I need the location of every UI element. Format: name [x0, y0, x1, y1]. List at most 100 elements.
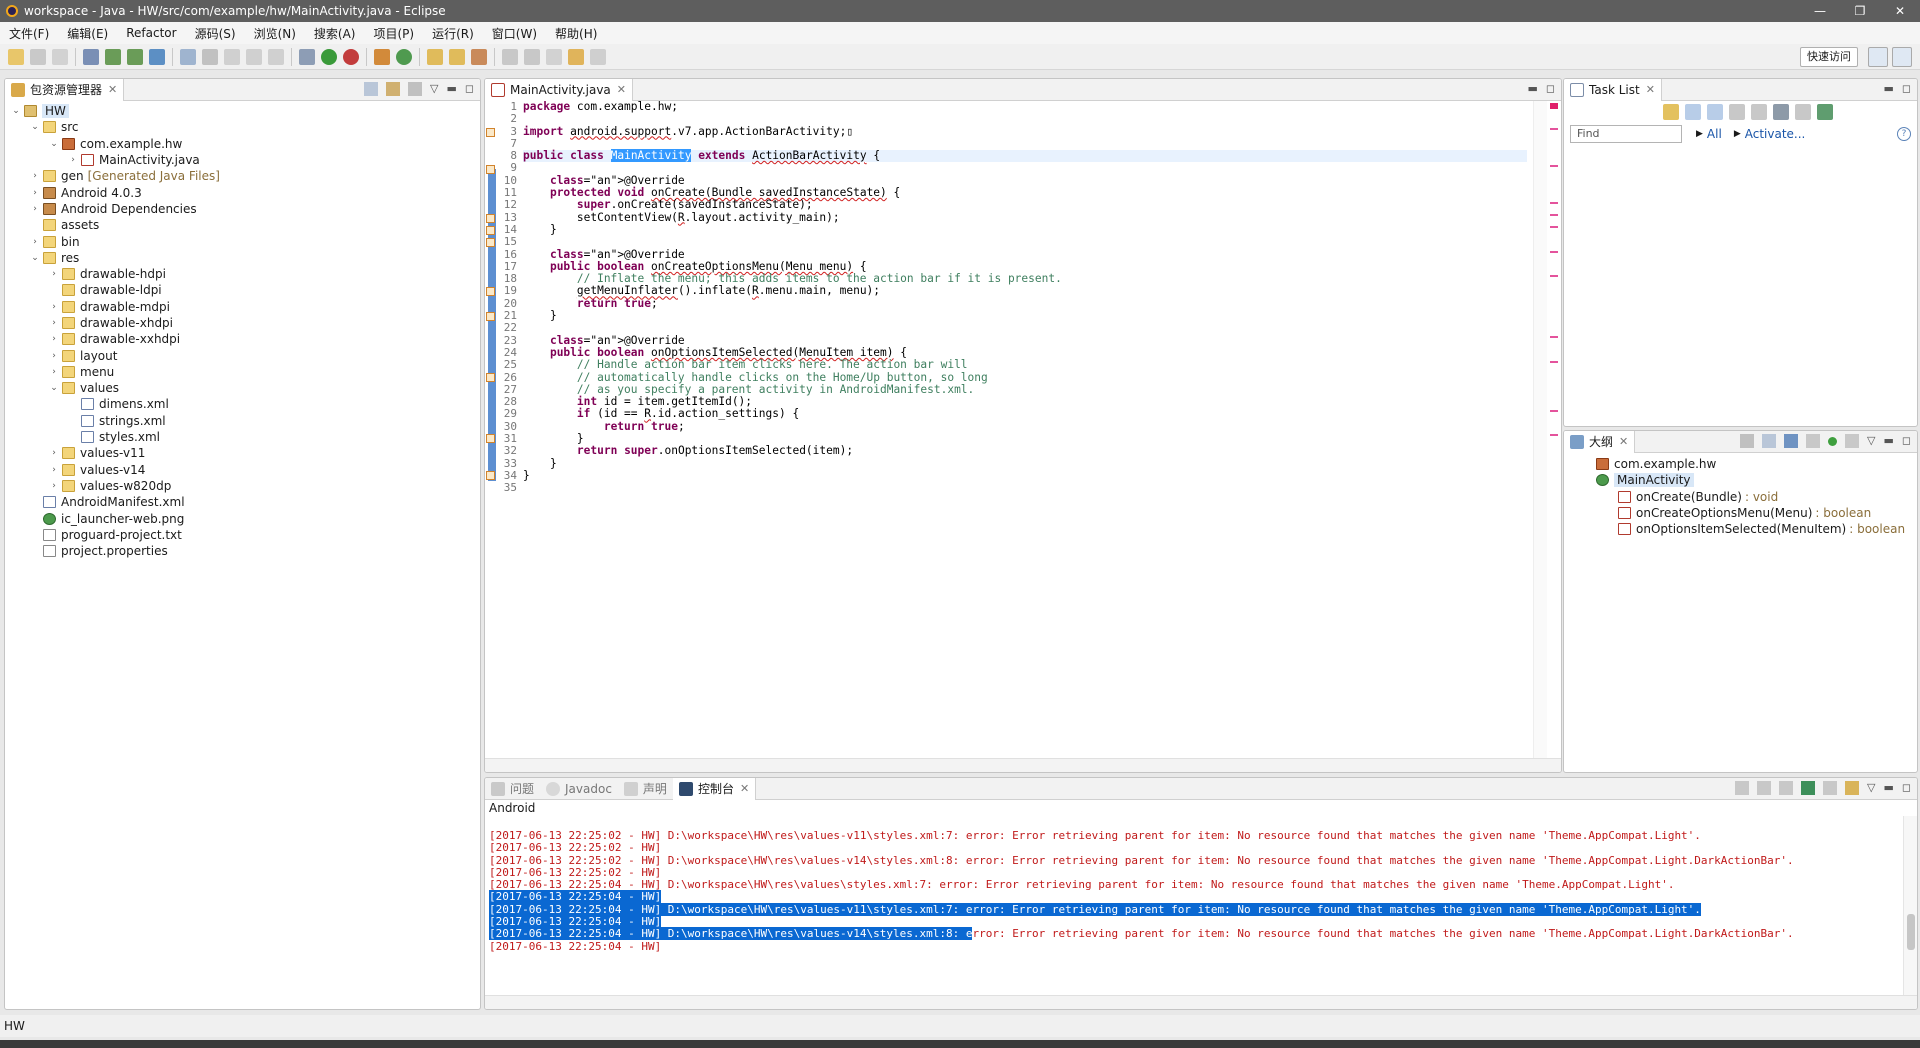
minimize-icon[interactable]: ▬ [1883, 781, 1893, 795]
tree-twisty-icon[interactable]: ⌄ [30, 253, 40, 263]
java-perspective-icon[interactable] [1892, 47, 1912, 67]
tree-twisty-icon[interactable]: › [49, 334, 59, 344]
code-line[interactable] [523, 236, 1527, 248]
close-icon[interactable]: ✕ [617, 83, 626, 96]
tree-item[interactable]: › drawable-xhdpi [5, 315, 480, 331]
prev-annotation-icon[interactable] [524, 48, 540, 65]
error-marker-icon[interactable] [486, 373, 495, 382]
maximize-icon[interactable]: ◻ [1902, 434, 1911, 448]
tree-item[interactable]: › drawable-mdpi [5, 299, 480, 315]
mark-icon[interactable] [224, 48, 240, 65]
next-annotation-icon[interactable] [502, 48, 518, 65]
error-marker-icon[interactable] [486, 312, 495, 321]
code-line[interactable]: public class MainActivity extends Action… [523, 149, 1527, 163]
link-editor-icon[interactable] [385, 82, 400, 96]
tree-item[interactable]: › bin [5, 233, 480, 249]
hide-static-icon[interactable] [1805, 434, 1820, 448]
tree-item[interactable]: drawable-ldpi [5, 282, 480, 298]
tree-twisty-icon[interactable]: ⌄ [30, 122, 40, 132]
maximize-button[interactable]: ❐ [1840, 0, 1880, 22]
close-icon[interactable]: ✕ [108, 83, 117, 96]
view-menu-icon[interactable]: ▽ [430, 82, 438, 96]
code-line[interactable] [523, 113, 1527, 125]
tree-item[interactable]: › Android Dependencies [5, 201, 480, 217]
search-icon[interactable] [471, 48, 487, 65]
tree-item[interactable]: › values-v11 [5, 445, 480, 461]
error-marker-icon[interactable] [486, 238, 495, 247]
last-edit-icon[interactable] [546, 48, 562, 65]
tree-twisty-icon[interactable]: › [49, 465, 59, 475]
pin-console-icon[interactable] [1800, 781, 1815, 795]
console-vertical-scrollbar[interactable] [1903, 816, 1917, 995]
tree-item[interactable]: › Android 4.0.3 [5, 184, 480, 200]
code-line[interactable]: return super.onOptionsItemSelected(item)… [523, 445, 1527, 458]
collapse-all-icon[interactable] [1761, 434, 1776, 448]
code-line[interactable]: } [523, 309, 1527, 322]
close-icon[interactable]: ✕ [1619, 435, 1628, 448]
code-area[interactable]: package com.example.hw; import android.su… [523, 100, 1527, 495]
help-icon[interactable]: ? [1897, 127, 1911, 141]
menu-window[interactable]: 窗口(W) [483, 25, 546, 42]
hide-nonpublic-icon[interactable] [1827, 436, 1837, 446]
tree-item[interactable]: ⌄ src [5, 119, 480, 135]
tree-twisty-icon[interactable]: › [30, 204, 40, 214]
minimize-icon[interactable]: ▬ [446, 82, 456, 96]
tree-item[interactable]: ⌄ com.example.hw [5, 136, 480, 152]
external-tools-icon[interactable] [343, 48, 359, 65]
editor-horizontal-scrollbar[interactable] [485, 758, 1561, 772]
menu-source[interactable]: 源码(S) [186, 25, 245, 42]
tree-twisty-icon[interactable]: ⌄ [49, 383, 59, 393]
tree-item[interactable]: › layout [5, 347, 480, 363]
tree-item[interactable]: styles.xml [5, 429, 480, 445]
word-wrap-icon[interactable] [1778, 781, 1793, 795]
code-line[interactable]: return true; [523, 420, 1527, 433]
open-console-icon[interactable] [1844, 781, 1859, 795]
error-marker-icon[interactable] [486, 165, 495, 174]
minimize-icon[interactable]: ▬ [1527, 82, 1537, 96]
console-line[interactable]: [2017-06-13 22:25:04 - HW] D:\workspace\… [489, 927, 1901, 941]
open-perspective-icon[interactable] [1868, 47, 1888, 67]
tree-twisty-icon[interactable]: › [30, 237, 40, 247]
tree-twisty-icon[interactable]: › [49, 448, 59, 458]
tree-item[interactable]: strings.xml [5, 413, 480, 429]
minimize-icon[interactable]: ▬ [1883, 434, 1893, 448]
tree-twisty-icon[interactable]: › [49, 318, 59, 328]
tab-mainactivity-java[interactable]: MainActivity.java ✕ [485, 79, 633, 101]
open-type-icon[interactable] [427, 48, 443, 65]
tree-twisty-icon[interactable]: › [49, 351, 59, 361]
tree-twisty-icon[interactable]: ⌄ [11, 106, 21, 116]
tree-twisty-icon[interactable]: › [30, 188, 40, 198]
close-icon[interactable]: ✕ [1646, 83, 1655, 96]
outline-item[interactable]: com.example.hw [1564, 456, 1917, 472]
hide-local-types-icon[interactable] [1844, 434, 1859, 448]
tree-item[interactable]: project.properties [5, 543, 480, 559]
tree-item[interactable]: proguard-project.txt [5, 527, 480, 543]
tab-outline[interactable]: 大纲 ✕ [1564, 431, 1636, 453]
new-android-project-icon[interactable] [180, 48, 196, 65]
new-icon[interactable] [8, 48, 24, 65]
categorized-icon[interactable] [1685, 104, 1701, 120]
console-horizontal-scrollbar[interactable] [485, 995, 1917, 1009]
debug-icon[interactable] [299, 48, 315, 65]
tree-item[interactable]: › drawable-xxhdpi [5, 331, 480, 347]
error-marker-icon[interactable] [486, 287, 495, 296]
view-menu-icon[interactable]: ▽ [1867, 781, 1875, 795]
maximize-icon[interactable]: ◻ [1546, 82, 1555, 96]
hide-fields-icon[interactable] [1783, 434, 1798, 448]
activate-link[interactable]: Activate... [1745, 127, 1806, 141]
tree-item[interactable]: › menu [5, 364, 480, 380]
forward-icon[interactable] [590, 48, 606, 65]
tree-item[interactable]: assets [5, 217, 480, 233]
annotation-ruler[interactable] [485, 101, 497, 758]
new-java-package-icon[interactable] [374, 48, 390, 65]
run-icon[interactable] [321, 48, 337, 65]
clear-console-icon[interactable] [1734, 781, 1749, 795]
code-line[interactable]: super.onCreate(savedInstanceState); [523, 199, 1527, 212]
error-marker-icon[interactable] [486, 434, 495, 443]
outline-item[interactable]: onCreateOptionsMenu(Menu): boolean [1564, 505, 1917, 521]
menu-edit[interactable]: 编辑(E) [58, 25, 117, 42]
new-class-icon[interactable] [396, 48, 412, 65]
tree-item[interactable]: AndroidManifest.xml [5, 494, 480, 510]
tree-twisty-icon[interactable]: › [30, 171, 40, 181]
open-task-icon[interactable] [449, 48, 465, 65]
